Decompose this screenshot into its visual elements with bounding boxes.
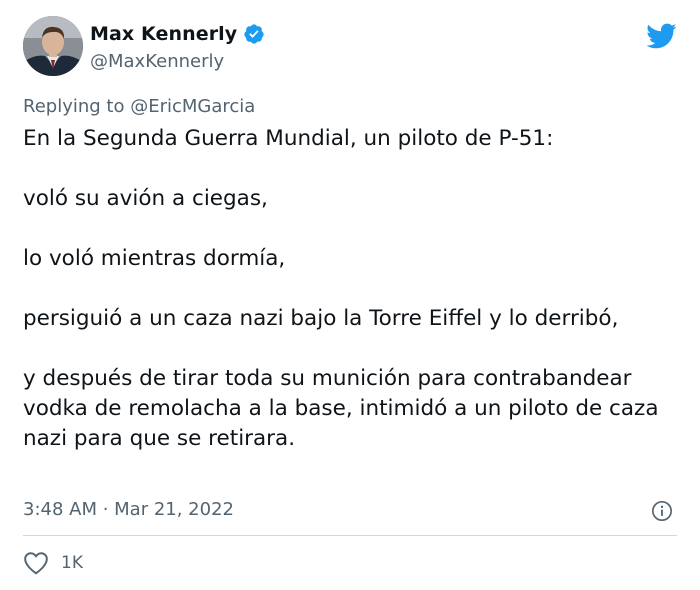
tweet-paragraph: persiguió a un caza nazi bajo la Torre E… [23, 306, 619, 331]
author-handle[interactable]: @MaxKennerly [90, 51, 265, 72]
author-name-row: Max Kennerly [90, 22, 265, 46]
tweet-timestamp[interactable]: 3:48 AM · Mar 21, 2022 [23, 499, 234, 520]
author-display-name[interactable]: Max Kennerly [90, 23, 237, 45]
tweet-paragraph: En la Segunda Guerra Mundial, un piloto … [23, 126, 554, 151]
info-icon[interactable] [651, 500, 673, 522]
verified-badge-icon [244, 24, 264, 44]
avatar[interactable] [23, 16, 83, 76]
author-block: Max Kennerly @MaxKennerly [90, 22, 265, 72]
twitter-bird-icon[interactable] [645, 20, 677, 52]
tweet-header: Max Kennerly @MaxKennerly [23, 16, 677, 80]
tweet-paragraph: voló su avión a ciegas, [23, 186, 268, 211]
reply-mention-link[interactable]: @EricMGarcia [130, 96, 255, 117]
tweet-paragraph: lo voló mientras dormía, [23, 246, 286, 271]
replying-to-line: Replying to @EricMGarcia [23, 96, 255, 117]
tweet-text: En la Segunda Guerra Mundial, un piloto … [23, 124, 683, 454]
replying-to-label: Replying to [23, 96, 125, 117]
divider [23, 535, 677, 536]
like-count: 1K [61, 553, 83, 573]
like-button[interactable]: 1K [23, 551, 83, 575]
tweet-paragraph: y después de tirar toda su munición para… [23, 366, 659, 451]
tweet-card: Max Kennerly @MaxKennerly Replying to @E… [0, 0, 700, 590]
heart-icon [24, 552, 48, 575]
